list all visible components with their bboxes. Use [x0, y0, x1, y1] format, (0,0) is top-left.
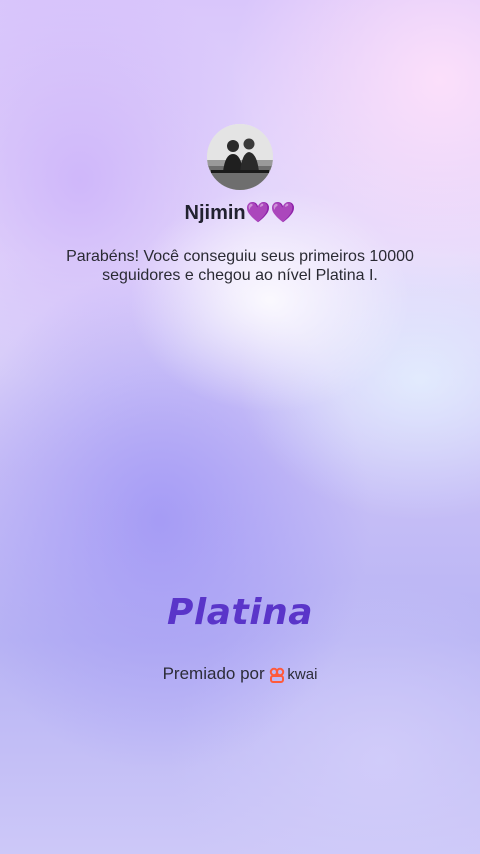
username: Njimin💜💜	[184, 202, 296, 224]
avatar	[207, 124, 273, 190]
brand-name: kwai	[287, 666, 318, 684]
brand: kwai	[269, 666, 317, 683]
awarded-by-label: Premiado por	[162, 664, 265, 683]
tier-title: Platina	[167, 592, 313, 633]
avatar-photo-icon	[207, 124, 273, 190]
awarded-by: Premiado por kwai	[0, 664, 480, 684]
kwai-logo-icon	[270, 667, 285, 683]
congratulation-message: Parabéns! Você conseguiu seus primeiros …	[66, 248, 414, 284]
